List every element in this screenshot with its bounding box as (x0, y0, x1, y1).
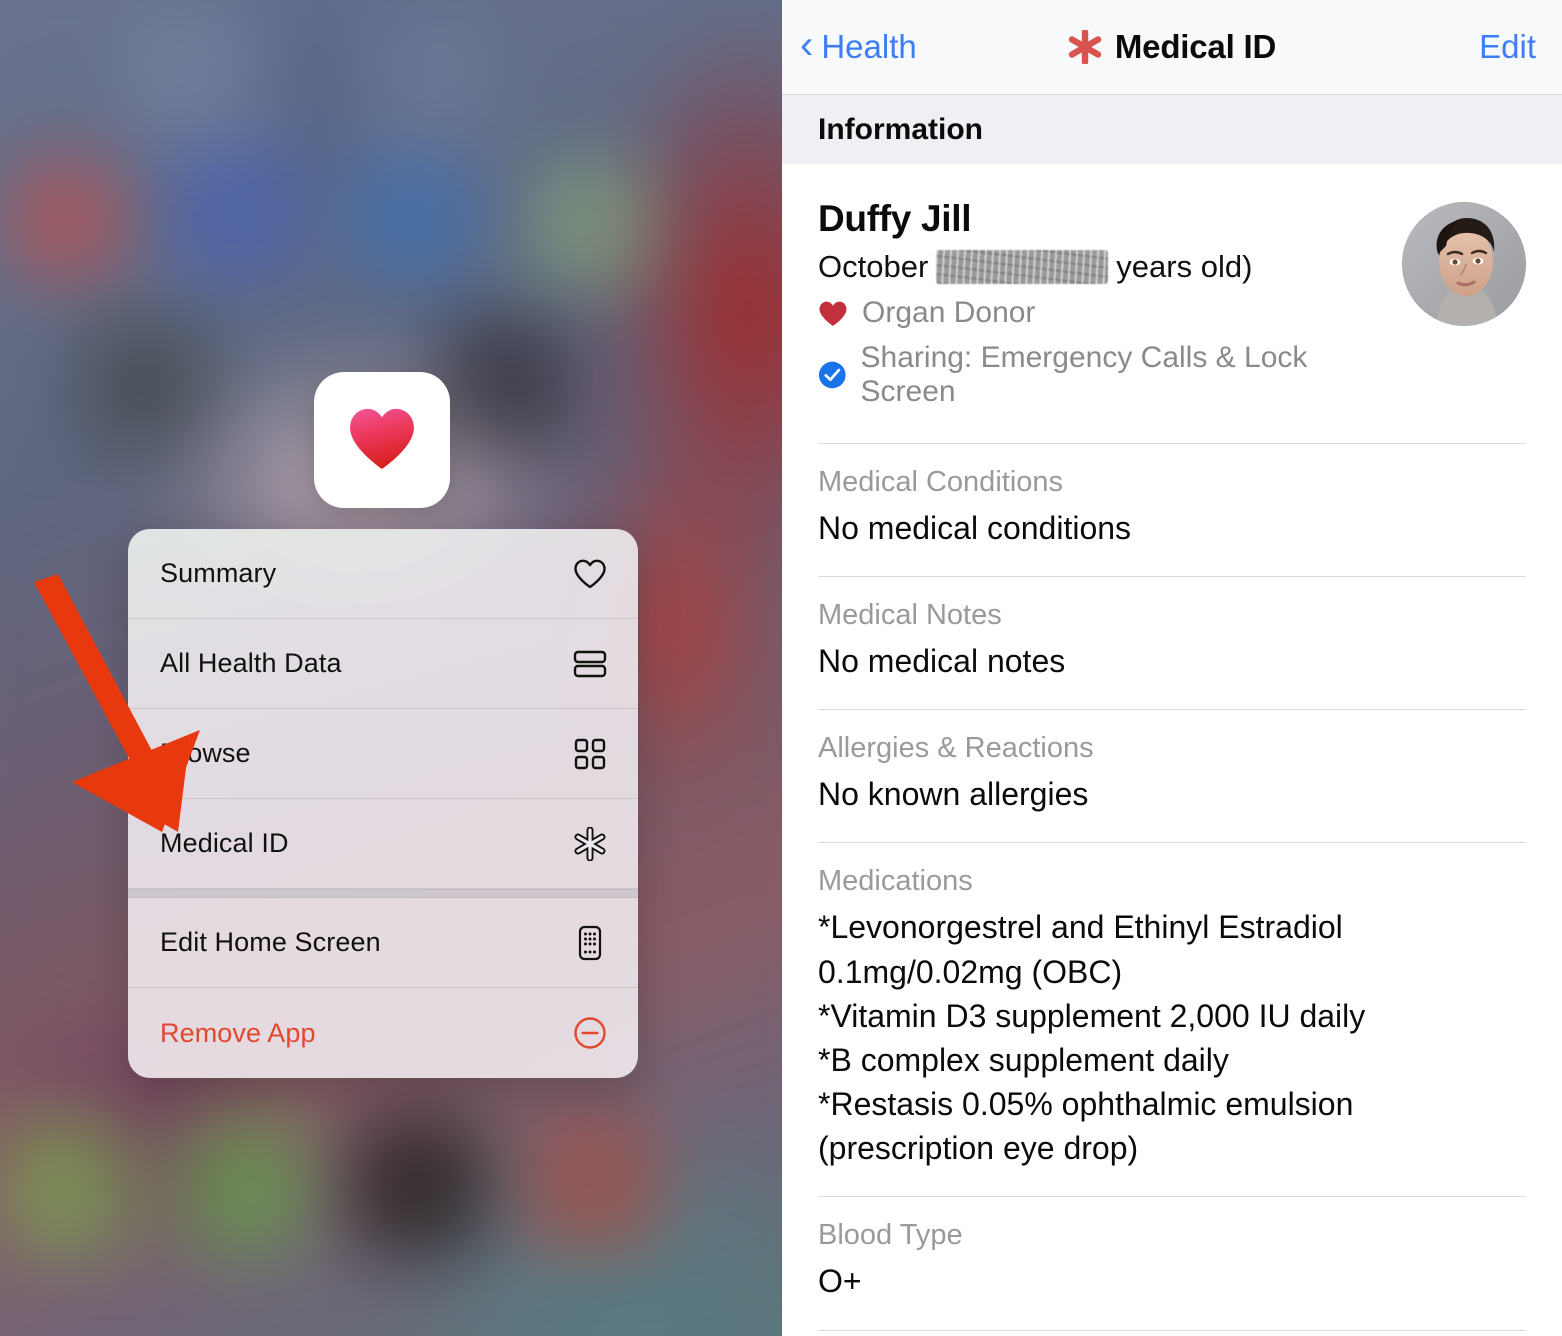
organ-donor-row: Organ Donor (818, 296, 1384, 330)
profile-name: Duffy Jill (818, 198, 972, 239)
back-button-label: Health (821, 28, 917, 65)
blurred-app-icon (440, 320, 570, 450)
field-value: *Levonorgestrel and Ethinyl Estradiol 0.… (818, 905, 1526, 1170)
organ-donor-label: Organ Donor (862, 296, 1036, 329)
blurred-dock-icon (350, 1115, 485, 1255)
section-header-information: Information (782, 94, 1562, 164)
field-label: Medications (818, 865, 973, 898)
field-value: No medical notes (818, 643, 1066, 680)
sharing-label: Sharing: Emergency Calls & Lock Screen (860, 341, 1308, 408)
edit-button[interactable]: Edit (1479, 28, 1536, 66)
profile-summary: Duffy Jill October years old) Organ Dono… (818, 164, 1526, 443)
dob-suffix: years old) (1116, 249, 1253, 284)
profile-date-of-birth: October years old) (818, 249, 1384, 285)
check-circle-icon (818, 361, 846, 389)
field-label: Blood Type (818, 1219, 963, 1252)
grid-squares-icon (568, 738, 612, 770)
field-allergies-reactions: Allergies & Reactions No known allergies (818, 709, 1526, 842)
section-header-label: Information (818, 112, 983, 146)
profile-text-block: Duffy Jill October years old) Organ Dono… (818, 198, 1384, 409)
app-context-menu[interactable]: Summary All Health Data Browse Medical I… (128, 529, 638, 1078)
field-medical-conditions: Medical Conditions No medical conditions (818, 443, 1526, 576)
avatar[interactable] (1402, 202, 1526, 326)
field-label: Medical Conditions (818, 466, 1064, 498)
heart-icon (350, 408, 414, 469)
medical-asterisk-icon (1068, 30, 1102, 64)
heart-filled-icon (819, 301, 847, 326)
blurred-app-icon (80, 320, 210, 450)
context-menu-item-all-health-data[interactable]: All Health Data (128, 619, 638, 709)
field-value: O+ (818, 1263, 862, 1300)
context-menu-item-browse[interactable]: Browse (128, 709, 638, 799)
blurred-app-icon (0, 155, 130, 285)
blurred-app-icon (120, 0, 270, 150)
field-medications: Medications *Levonorgestrel and Ethinyl … (818, 842, 1526, 1196)
blurred-dock-icon (525, 1115, 660, 1255)
minus-circle-icon (568, 1016, 612, 1050)
context-menu-item-label: All Health Data (160, 648, 342, 678)
field-medical-notes: Medical Notes No medical notes (818, 576, 1526, 709)
medication-line: *Vitamin D3 supplement 2,000 IU daily (818, 997, 1366, 1034)
medical-id-screen: ‹ Health Medical ID Edit Information Duf… (782, 0, 1562, 1336)
medical-id-content: Duffy Jill October years old) Organ Dono… (782, 164, 1562, 1336)
blurred-app-icon (168, 145, 303, 285)
stacked-rows-icon (568, 650, 612, 678)
context-menu-item-remove-app[interactable]: Remove App (128, 988, 638, 1078)
navigation-bar: ‹ Health Medical ID Edit (782, 0, 1562, 94)
edit-button-label: Edit (1479, 28, 1536, 65)
field-value: No medical conditions (818, 510, 1132, 546)
context-menu-item-label: Remove App (160, 1017, 316, 1048)
field-label: Allergies & Reactions (818, 732, 1094, 765)
blurred-app-icon (348, 155, 478, 285)
dob-prefix: October (818, 249, 929, 284)
context-menu-item-summary[interactable]: Summary (128, 529, 638, 619)
field-label: Medical Notes (818, 599, 1002, 632)
context-menu-item-label: Summary (160, 558, 277, 588)
context-menu-item-label: Browse (160, 738, 251, 768)
user-photo-avatar (1402, 202, 1526, 326)
medication-line: *Restasis 0.05% ophthalmic emulsion (pre… (818, 1086, 1354, 1167)
blurred-dock-icon (0, 1115, 135, 1255)
blurred-app-icon (528, 160, 653, 290)
medication-line: *B complex supplement daily (818, 1041, 1229, 1078)
field-blood-type: Blood Type O+ (818, 1196, 1526, 1329)
redaction-scribble (936, 250, 1109, 284)
screenshot-root: Summary All Health Data Browse Medical I… (0, 0, 1562, 1336)
field-value: No known allergies (818, 776, 1089, 813)
blurred-dock-icon (175, 1115, 310, 1255)
sharing-row: Sharing: Emergency Calls & Lock Screen (818, 341, 1384, 409)
back-button-health[interactable]: ‹ Health (800, 23, 917, 67)
medication-line: *Levonorgestrel and Ethinyl Estradiol 0.… (818, 909, 1343, 990)
context-menu-item-edit-home-screen[interactable]: Edit Home Screen (128, 898, 638, 988)
context-menu-item-label: Edit Home Screen (160, 927, 381, 957)
context-menu-item-medical-id[interactable]: Medical ID (128, 799, 638, 889)
content-bottom-divider (818, 1329, 1526, 1336)
context-menu-separator (128, 889, 638, 898)
phone-grid-icon (568, 925, 612, 961)
home-screen-blurred-background: Summary All Health Data Browse Medical I… (0, 0, 782, 1336)
heart-outline-icon (568, 558, 612, 590)
medical-asterisk-icon (568, 826, 612, 861)
chevron-left-icon: ‹ (800, 23, 814, 67)
context-menu-item-label: Medical ID (160, 828, 289, 858)
health-app-icon[interactable] (314, 372, 450, 508)
blurred-app-icon (360, 10, 500, 150)
page-title-text: Medical ID (1114, 28, 1277, 65)
